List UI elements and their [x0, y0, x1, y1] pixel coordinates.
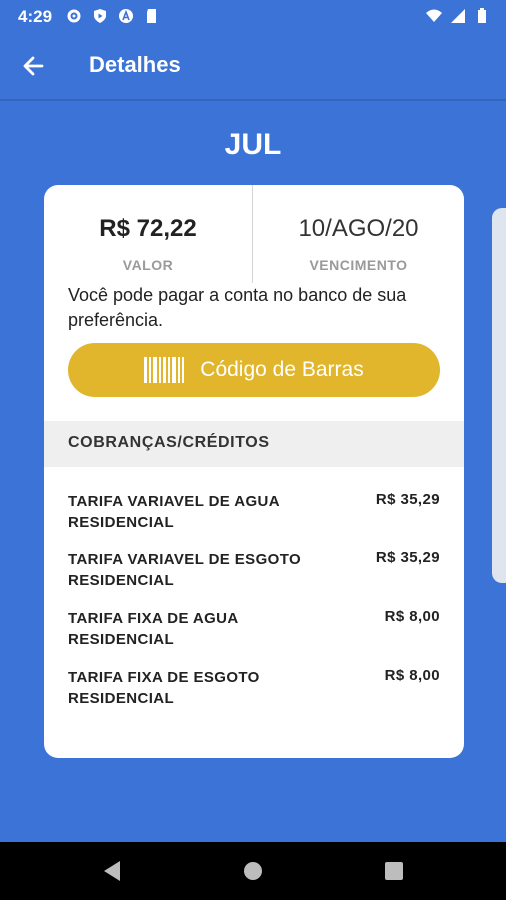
signal-icon: [451, 9, 465, 23]
charge-value: R$ 35,29: [375, 491, 440, 508]
app-bar-divider: [0, 99, 506, 101]
app-bar: Detalhes: [0, 32, 506, 100]
charge-value: R$ 8,00: [384, 667, 440, 684]
notification-icons: [66, 8, 160, 24]
page-title: Detalhes: [89, 52, 181, 77]
barcode-icon: [144, 357, 185, 383]
settings-icon: [67, 9, 81, 23]
payment-info-text: Você pode pagar a conta no banco de sua …: [68, 285, 407, 330]
charges-section-title: COBRANÇAS/CRÉDITOS: [68, 434, 270, 451]
wifi-icon: [426, 9, 442, 22]
charge-name: TARIFA VARIAVEL DE ESGOTO RESIDENCIAL: [68, 551, 302, 589]
status-bar: 4:29: [0, 0, 506, 32]
month-title: JUL: [224, 128, 282, 161]
charge-value: R$ 8,00: [384, 608, 440, 625]
back-arrow-icon[interactable]: [20, 52, 48, 80]
due-date-value: 10/AGO/20: [298, 215, 419, 242]
battery-icon: [478, 8, 486, 23]
amount-label: VALOR: [122, 257, 174, 273]
system-status-icons: [426, 8, 490, 24]
charge-name: TARIFA FIXA DE AGUA RESIDENCIAL: [68, 610, 239, 648]
due-date-label: VENCIMENTO: [309, 257, 408, 273]
charge-name: TARIFA FIXA DE ESGOTO RESIDENCIAL: [68, 669, 260, 707]
status-time: 4:29: [18, 7, 53, 26]
sd-card-icon: [147, 9, 156, 23]
charge-value: R$ 35,29: [375, 549, 440, 566]
nav-home-icon[interactable]: [243, 860, 263, 882]
next-card-peek[interactable]: [492, 208, 506, 583]
nav-recents-icon[interactable]: [384, 860, 404, 882]
system-nav-bar: [0, 842, 506, 900]
app-a-icon: [119, 9, 133, 23]
barcode-button-label: Código de Barras: [200, 358, 364, 381]
charge-name: TARIFA VARIAVEL DE AGUA RESIDENCIAL: [68, 493, 280, 531]
charges-section-header: COBRANÇAS/CRÉDITOS: [44, 421, 464, 467]
barcode-button[interactable]: Código de Barras: [68, 343, 440, 397]
amount-value: R$ 72,22: [99, 215, 197, 242]
shield-play-icon: [94, 9, 106, 23]
bill-card: R$ 72,22 VALOR 10/AGO/20 VENCIMENTO Você…: [44, 185, 464, 758]
nav-back-icon[interactable]: [102, 860, 122, 882]
